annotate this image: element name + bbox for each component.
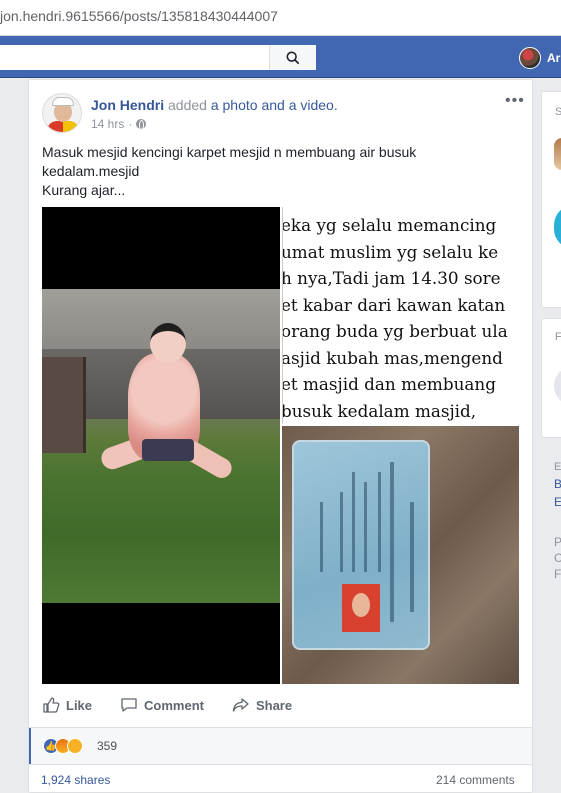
post-header: Jon Hendri added a photo and a video.	[91, 97, 338, 113]
comments-count[interactable]: 214 comments	[436, 773, 515, 787]
post-meta: 14 hrs ·	[91, 117, 147, 131]
scene-person-shorts	[142, 439, 194, 461]
post-video[interactable]	[42, 207, 280, 684]
sidebar-footer-text: F	[554, 567, 561, 581]
divider	[29, 764, 532, 765]
id-card-line	[352, 472, 355, 572]
facebook-top-bar: Ar	[0, 36, 561, 78]
author-name[interactable]: Jon Hendri	[91, 97, 164, 113]
photo-text-line: asjid kubah mas,mengend	[282, 347, 503, 368]
id-card-line	[364, 482, 367, 572]
photo-text-line: busuk kedalam masjid,	[282, 400, 477, 421]
photo-text-line: orang buda yg berbuat ula	[282, 321, 508, 341]
id-card-line	[340, 492, 343, 572]
like-label: Like	[66, 697, 93, 713]
id-card-line	[410, 502, 414, 612]
share-button[interactable]: Share	[232, 696, 292, 714]
search-button[interactable]	[269, 45, 316, 70]
sidebar-section-letter: E	[554, 461, 561, 473]
photo-text-line: umat muslim yg selalu ke	[282, 241, 499, 262]
profile-name: Ar	[547, 51, 561, 65]
right-sidebar: S F E B E P C F	[541, 91, 561, 793]
like-button[interactable]: Like	[42, 696, 92, 714]
more-options-button[interactable]: •••	[505, 92, 525, 110]
photo-text-line: eka yg selalu memancing	[282, 215, 497, 235]
comment-icon	[121, 698, 137, 712]
reaction-count[interactable]: 359	[97, 739, 117, 753]
left-margin	[0, 79, 28, 793]
sidebar-link[interactable]: B	[554, 477, 561, 491]
id-card-line	[378, 472, 381, 572]
comment-button[interactable]: Comment	[120, 696, 204, 714]
post-timestamp[interactable]: 14 hrs	[91, 117, 124, 131]
share-icon	[232, 698, 249, 712]
post-photo-id-card[interactable]	[282, 426, 519, 684]
author-avatar[interactable]	[42, 93, 82, 133]
post-text-line: Masuk mesjid kencingi karpet mesjid n me…	[42, 144, 417, 160]
share-label: Share	[255, 697, 293, 713]
shares-count[interactable]: 1,924 shares	[41, 773, 110, 787]
post-text-line: kedalam.mesjid	[42, 163, 140, 179]
sidebar-box: F	[541, 318, 561, 438]
id-card-image	[292, 440, 430, 650]
photo-text-line: h nya,Tadi jam 14.30 sore	[282, 268, 501, 288]
url-text[interactable]: jon.hendri.9615566/posts/135818430444007	[0, 8, 278, 24]
scene-person-head	[150, 323, 186, 363]
id-card-line	[320, 502, 323, 572]
photo-caption-text: eka yg selalu memancing umat muslim yg s…	[282, 207, 508, 424]
photo-text-line: et masjid dan membuang	[282, 374, 496, 394]
reactions-bar[interactable]: 👍 359	[29, 728, 532, 764]
post-actions: Like Comment Share	[42, 694, 520, 716]
reaction-icons[interactable]: 👍	[43, 738, 83, 754]
avatar	[519, 47, 541, 69]
sidebar-box: S	[541, 91, 561, 308]
sidebar-link[interactable]: E	[554, 495, 561, 509]
search-input[interactable]	[0, 45, 316, 70]
meta-separator: ·	[128, 117, 133, 131]
sidebar-box-title: F	[555, 331, 561, 343]
post-card: Jon Hendri added a photo and a video. 14…	[28, 79, 533, 793]
comment-label: Comment	[144, 697, 204, 713]
sidebar-box-title: S	[555, 106, 561, 118]
search-icon	[286, 51, 300, 64]
sidebar-footer-text: P	[554, 535, 561, 549]
avatar-shirt-accent	[63, 121, 79, 132]
avatar-cap	[52, 97, 74, 106]
post-text-line: Kurang ajar...	[42, 182, 126, 198]
sidebar-thumbnail[interactable]	[554, 138, 561, 170]
id-card-photo	[342, 584, 380, 632]
post-body: Masuk mesjid kencingi karpet mesjid n me…	[42, 143, 512, 200]
sidebar-thumbnail[interactable]	[554, 366, 561, 406]
sidebar-thumbnail[interactable]	[554, 205, 561, 249]
globe-icon[interactable]	[136, 119, 147, 130]
id-card-line	[390, 462, 394, 622]
photo-text-line: et kabar dari kawan katan	[282, 294, 506, 315]
video-frame	[42, 289, 280, 603]
scene-bench	[42, 357, 86, 453]
profile-shortcut[interactable]: Ar	[519, 47, 560, 69]
browser-url-bar[interactable]: jon.hendri.9615566/posts/135818430444007	[0, 0, 561, 36]
post-photo-text[interactable]: eka yg selalu memancing umat muslim yg s…	[282, 207, 519, 424]
post-action-link[interactable]: a photo and a video.	[211, 97, 338, 113]
sidebar-footer-text: C	[554, 551, 561, 565]
thumbs-up-icon	[43, 697, 60, 713]
post-action-text: added	[168, 97, 207, 113]
wow-reaction-icon	[67, 738, 83, 754]
